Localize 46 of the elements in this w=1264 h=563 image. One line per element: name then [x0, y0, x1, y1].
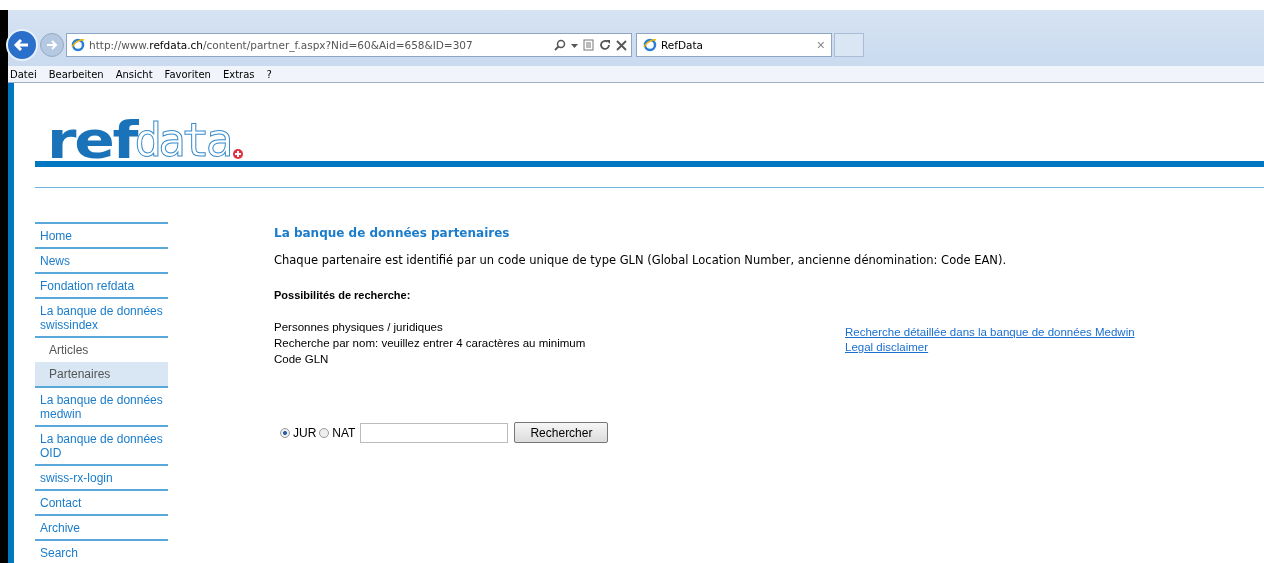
- menu-item[interactable]: Extras: [222, 68, 255, 80]
- intro-text: Chaque partenaire est identifié par un code unique de type GLN (Global Location Number, ancienne dénomination: Code EAN).: [274, 253, 1008, 267]
- sidebar-item[interactable]: Contact: [35, 491, 168, 516]
- sidebar-item[interactable]: Articles: [35, 338, 168, 362]
- sidebar-item[interactable]: Partenaires: [35, 362, 168, 388]
- compatibility-icon[interactable]: [583, 39, 594, 51]
- url-text: http://www.refdata.ch/content/partner_f.aspx?Nid=60&Aid=658&ID=307: [89, 39, 474, 51]
- address-bar[interactable]: http://www.refdata.ch/content/partner_f.aspx?Nid=60&Aid=658&ID=307: [66, 33, 632, 57]
- logo[interactable]: refdata: [35, 105, 244, 161]
- sidebar-item[interactable]: Archive: [35, 516, 168, 541]
- menu-item[interactable]: Bearbeiten: [48, 68, 104, 80]
- close-icon[interactable]: [616, 39, 627, 51]
- sidebar-item[interactable]: La banque de données swissindex: [35, 299, 168, 338]
- menu-item[interactable]: Favoriten: [164, 68, 211, 80]
- sidebar-item[interactable]: Fondation refdata: [35, 274, 168, 299]
- sidebar-item[interactable]: News: [35, 249, 168, 274]
- swiss-cross-icon: [233, 149, 244, 159]
- search-icon[interactable]: [554, 39, 566, 51]
- menu-item[interactable]: ?: [266, 68, 272, 80]
- browser-logo-icon: [71, 38, 85, 52]
- tab-close-button[interactable]: ×: [816, 37, 825, 53]
- sidebar-item[interactable]: La banque de données medwin: [35, 388, 168, 427]
- sidebar-item[interactable]: La banque de données OID: [35, 427, 168, 466]
- radio-button[interactable]: [319, 427, 330, 438]
- radio-button[interactable]: [280, 427, 290, 438]
- sidebar-item[interactable]: Search: [35, 541, 168, 563]
- menu-item[interactable]: Ansicht: [115, 68, 153, 80]
- option-text: Recherche par nom: veuillez entrer 4 caractères au minimum: [274, 336, 586, 351]
- sidebar-item[interactable]: swiss-rx-login: [35, 466, 168, 491]
- radio-label: NAT: [332, 425, 356, 440]
- page-heading: La banque de données partenaires: [274, 226, 511, 240]
- back-button[interactable]: [6, 29, 38, 61]
- tab-title: RefData: [661, 39, 705, 51]
- browser-tab[interactable]: RefData ×: [636, 33, 832, 57]
- search-button[interactable]: Rechercher: [514, 422, 609, 443]
- option-text: Code GLN: [274, 352, 329, 367]
- link[interactable]: Legal disclaimer: [845, 340, 1135, 355]
- section-heading: Possibilités de recherche:: [274, 289, 412, 301]
- menu-item[interactable]: Datei: [10, 68, 37, 80]
- browser-logo-icon: [643, 38, 657, 52]
- sidebar-item[interactable]: Home: [35, 224, 168, 249]
- refresh-icon[interactable]: [599, 39, 611, 51]
- link[interactable]: Recherche détaillée dans la banque de données Medwin: [845, 325, 1135, 340]
- radio-label: JUR: [293, 425, 317, 440]
- option-text: Personnes physiques / juridiques: [274, 320, 443, 335]
- search-field[interactable]: [360, 422, 509, 443]
